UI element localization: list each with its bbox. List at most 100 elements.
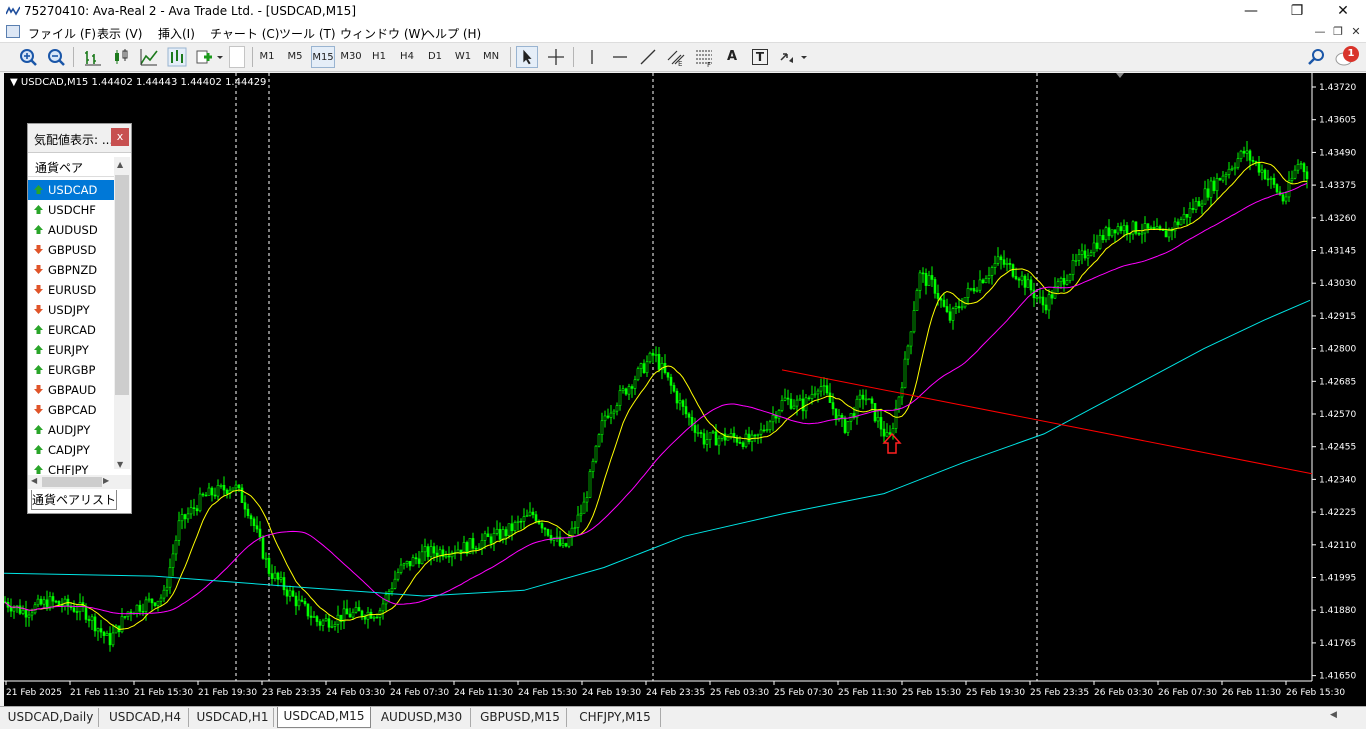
timeframe-m30-button[interactable]: M30 [339,46,363,68]
timeframe-w1-button[interactable]: W1 [451,46,475,68]
timeframe-d1-button[interactable]: D1 [423,46,447,68]
scroll-down-icon[interactable]: ▼ [117,460,123,469]
arrow-down-icon [34,385,43,394]
symbol-row-usdjpy[interactable]: USDJPY [28,300,114,320]
equidistant-channel-icon[interactable]: E [665,46,687,68]
maximize-button[interactable]: ❐ [1274,0,1320,22]
scroll-up-icon[interactable]: ▲ [117,160,123,169]
candle-body [1125,225,1129,234]
timeframe-m5-button[interactable]: M5 [283,46,307,68]
chart-symbol-info: ▼ USDCAD,M15 1.44402 1.44443 1.44402 1.4… [10,77,267,88]
menu-window[interactable]: ウィンドウ (W) [340,25,425,42]
symbol-row-audjpy[interactable]: AUDJPY [28,420,114,440]
indicators-icon[interactable] [193,46,225,68]
tab-gbpusd-m15[interactable]: GBPUSD,M15 [474,708,567,727]
timeframe-h1-button[interactable]: H1 [367,46,391,68]
symbol-row-gbpcad[interactable]: GBPCAD [28,400,114,420]
candle-body [741,442,745,447]
tab-chfjpy-m15[interactable]: CHFJPY,M15 [570,708,661,727]
tab-usdcad-h4[interactable]: USDCAD,H4 [102,708,189,727]
price-label: 1.41650 [1319,672,1356,682]
candle-body [813,393,817,396]
symbol-name: USDCHF [48,203,96,217]
candle-body [1218,178,1222,181]
candle-body [564,543,568,547]
auto-scroll-icon[interactable] [166,46,188,68]
timeframe-m1-button[interactable]: M1 [255,46,279,68]
fibonacci-icon[interactable]: F [693,46,715,68]
price-chart[interactable]: 1.43720 1.43605 1.43490 1.43375 1.43260 1.431… [4,73,1366,706]
template-dropdown[interactable] [229,46,245,68]
horizontal-scroll-thumb[interactable] [42,477,102,487]
tab-usdcad-m15[interactable]: USDCAD,M15 [277,707,371,728]
timeframe-mn-button[interactable]: MN [479,46,503,68]
menu-view[interactable]: 表示 (V) [97,25,142,42]
market-watch-titlebar[interactable]: 気配値表示: ... x [28,124,131,153]
tab-audusd-m30[interactable]: AUDUSD,M30 [373,708,471,727]
menu-insert[interactable]: 挿入(I) [158,25,195,42]
crosshair-icon[interactable] [545,46,567,68]
vertical-scroll-thumb[interactable] [115,175,129,395]
timeframe-m15-button[interactable]: M15 [311,46,335,68]
symbol-row-gbpusd[interactable]: GBPUSD [28,240,114,260]
candle-body [798,398,802,401]
candle-body [876,417,880,422]
symbol-row-gbpnzd[interactable]: GBPNZD [28,260,114,280]
minimize-button[interactable]: — [1228,0,1274,22]
scroll-right-icon[interactable]: ▶ [103,476,109,485]
symbol-row-eurjpy[interactable]: EURJPY [28,340,114,360]
candle-body [981,279,985,284]
symbol-row-audusd[interactable]: AUDUSD [28,220,114,240]
candle-body [288,590,292,597]
time-label: 26 Feb 15:30 [1286,688,1345,698]
column-header-symbol[interactable]: 通貨ペア [28,156,114,177]
mdi-close-button[interactable]: ✕ [1348,25,1364,38]
mdi-minimize-button[interactable]: — [1312,25,1328,38]
candlestick-chart-icon[interactable] [110,46,132,68]
candle-body [84,606,88,620]
zoom-in-icon[interactable] [17,46,39,68]
text-label-button[interactable]: T [749,46,771,68]
candle-body [396,572,400,580]
candle-body [591,460,595,472]
market-watch-close-button[interactable]: x [111,128,129,146]
candle-body [906,345,910,360]
symbol-row-eurgbp[interactable]: EURGBP [28,360,114,380]
mdi-restore-button[interactable]: ❐ [1330,25,1346,38]
horizontal-line-icon[interactable] [609,46,631,68]
symbol-row-eurusd[interactable]: EURUSD [28,280,114,300]
line-chart-icon[interactable] [138,46,160,68]
menu-file[interactable]: ファイル (F) [28,25,96,42]
candle-body [480,540,484,549]
candle-body [651,352,655,356]
symbol-row-usdchf[interactable]: USDCHF [28,200,114,220]
tab-usdcad-daily[interactable]: USDCAD,Daily [3,708,99,727]
menu-help[interactable]: ヘルプ (H) [423,25,481,42]
arrows-icon[interactable] [777,46,809,68]
symbol-row-gbpaud[interactable]: GBPAUD [28,380,114,400]
candle-body [111,632,115,646]
timeframe-h4-button[interactable]: H4 [395,46,419,68]
candle-body [156,600,160,606]
notifications-button[interactable]: 1 [1335,46,1361,68]
menu-chart[interactable]: チャート (C) [210,25,279,42]
vertical-line-icon[interactable] [581,46,603,68]
bar-chart-icon[interactable] [82,46,104,68]
trendline-icon[interactable] [637,46,659,68]
candle-body [1203,188,1207,205]
symbol-row-usdcad[interactable]: USDCAD [28,180,114,200]
symbol-row-cadjpy[interactable]: CADJPY [28,440,114,460]
chart-area[interactable]: 1.43720 1.43605 1.43490 1.43375 1.43260 1.431… [4,73,1366,706]
close-button[interactable]: ✕ [1320,0,1366,22]
tab-symbol-list[interactable]: 通貨ペアリスト [31,490,117,510]
menu-tools[interactable]: ツール (T) [279,25,336,42]
zoom-out-icon[interactable] [45,46,67,68]
tab-usdcad-h1[interactable]: USDCAD,H1 [192,708,274,727]
tabs-scroll-icon[interactable]: ◀ [1330,710,1337,720]
search-icon[interactable] [1306,46,1328,68]
symbol-row-eurcad[interactable]: EURCAD [28,320,114,340]
scroll-left-icon[interactable]: ◀ [31,476,37,485]
candle-body [345,608,349,615]
text-tool-button[interactable]: A [721,46,743,68]
cursor-icon[interactable] [516,46,538,68]
